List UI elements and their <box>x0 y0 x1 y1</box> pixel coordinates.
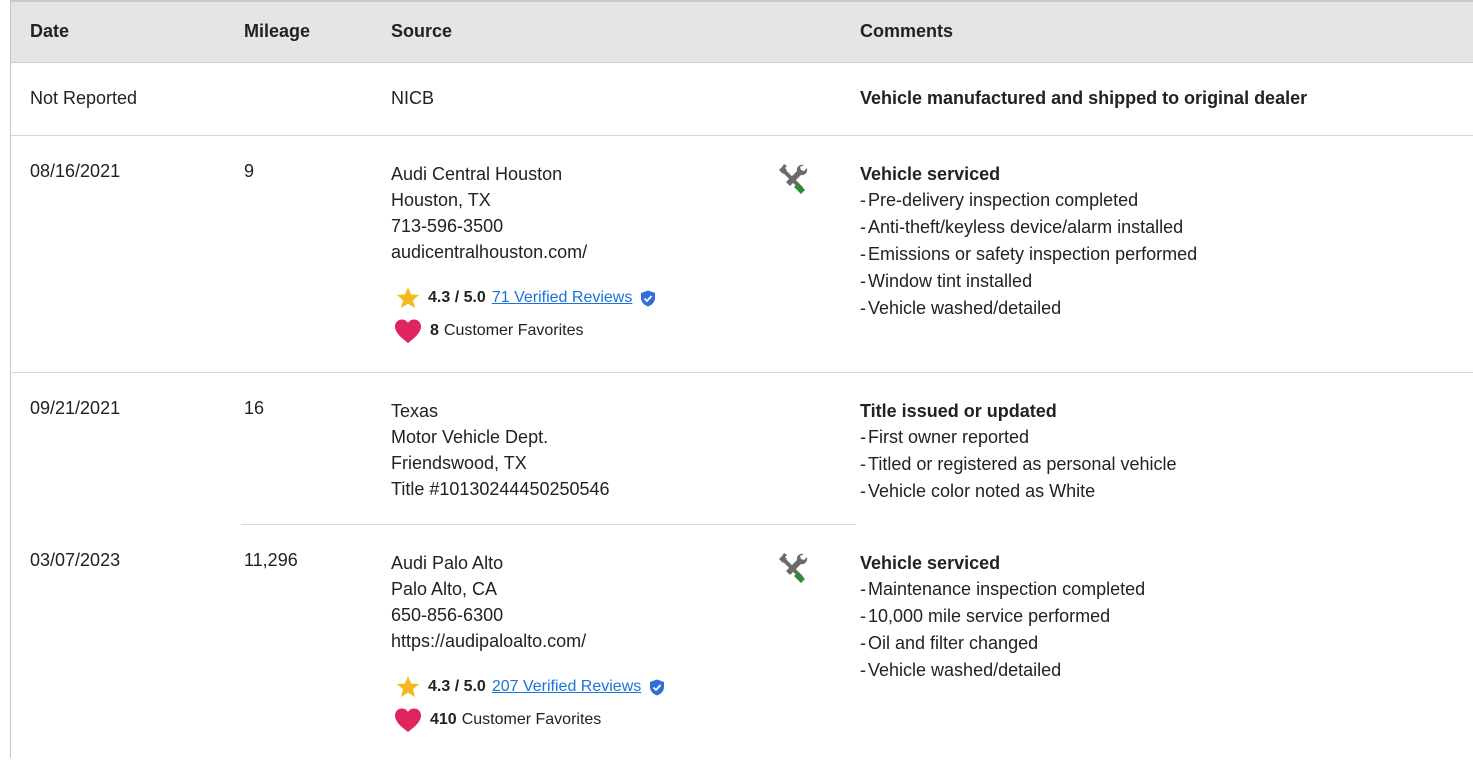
header-comments: Comments <box>860 21 954 41</box>
row-comment-title: Vehicle serviced <box>860 164 1001 184</box>
source-location: Friendswood, TX <box>391 453 527 473</box>
verified-badge-icon <box>640 289 657 307</box>
header-source: Source <box>391 21 453 41</box>
dealer-rating: 4.3 / 5.0 71 Verified Reviews <box>396 286 664 310</box>
source-phone[interactable]: 713-596-3500 <box>391 213 587 239</box>
row-comment-title: Vehicle serviced <box>860 553 1001 573</box>
source-location: Houston, TX <box>391 190 491 210</box>
table-row: 03/07/2023 11,296 Audi Palo Alto Palo Al… <box>11 525 1473 765</box>
rating-score: 4.3 / 5.0 <box>428 678 486 695</box>
row-source: Texas Motor Vehicle Dept. Friendswood, T… <box>391 398 610 502</box>
comment-item: Titled or registered as personal vehicle <box>860 451 1177 478</box>
source-name: Audi Palo Alto <box>391 553 504 573</box>
row-mileage: 11,296 <box>244 550 298 570</box>
source-name: Texas <box>391 401 439 421</box>
vehicle-history-table: Date Mileage Source Comments Not Reporte… <box>10 0 1473 758</box>
header-date: Date <box>30 21 70 41</box>
favorites-label: Customer Favorites <box>443 322 584 339</box>
row-comment-title: Title issued or updated <box>860 401 1057 421</box>
customer-favorites: 8 Customer Favorites <box>394 318 584 344</box>
comment-item: Vehicle washed/detailed <box>860 295 1197 322</box>
row-mileage: 16 <box>244 398 265 418</box>
source-website[interactable]: https://audipaloalto.com/ <box>391 628 586 654</box>
comment-item: Pre-delivery inspection completed <box>860 187 1197 214</box>
heart-icon <box>395 319 421 343</box>
customer-favorites: 410 Customer Favorites <box>394 707 601 733</box>
source-title-number: Title #10130244450250546 <box>391 479 610 499</box>
table-row: 08/16/2021 9 Audi Central Houston Housto… <box>11 136 1473 373</box>
row-comments: Vehicle serviced Maintenance inspection … <box>860 550 1145 684</box>
comment-item: 10,000 mile service performed <box>860 603 1145 630</box>
row-comments: Vehicle serviced Pre-delivery inspection… <box>860 161 1197 322</box>
row-date: 08/16/2021 <box>30 161 121 181</box>
service-tools-icon <box>777 162 810 196</box>
row-date: 09/21/2021 <box>30 398 121 418</box>
row-source: Audi Central Houston Houston, TX 713-596… <box>391 161 587 265</box>
comment-item: Vehicle color noted as White <box>860 478 1177 505</box>
source-name: Audi Central Houston <box>391 164 563 184</box>
source-website[interactable]: audicentralhouston.com/ <box>391 239 587 265</box>
verified-reviews-link[interactable]: 207 Verified Reviews <box>492 678 641 696</box>
row-comment-title: Vehicle manufactured and shipped to orig… <box>860 88 1308 108</box>
source-phone[interactable]: 650-856-6300 <box>391 602 586 628</box>
comment-item: Vehicle washed/detailed <box>860 657 1145 684</box>
comment-item: Emissions or safety inspection performed <box>860 241 1197 268</box>
comment-item: First owner reported <box>860 424 1177 451</box>
header-mileage: Mileage <box>244 21 311 41</box>
comment-item: Oil and filter changed <box>860 630 1145 657</box>
comment-item: Maintenance inspection completed <box>860 576 1145 603</box>
table-header: Date Mileage Source Comments <box>11 2 1473 63</box>
row-comments: Title issued or updated First owner repo… <box>860 398 1177 505</box>
row-date: 03/07/2023 <box>30 550 121 570</box>
favorites-count: 410 <box>430 711 457 728</box>
source-department: Motor Vehicle Dept. <box>391 427 549 447</box>
favorites-count: 8 <box>430 322 439 339</box>
source-location: Palo Alto, CA <box>391 579 498 599</box>
comment-item: Window tint installed <box>860 268 1197 295</box>
favorites-label: Customer Favorites <box>461 711 602 728</box>
row-mileage: 9 <box>244 161 255 181</box>
star-icon <box>397 287 419 308</box>
verified-reviews-link[interactable]: 71 Verified Reviews <box>492 289 633 307</box>
row-date: Not Reported <box>30 88 138 108</box>
table-row: Not Reported NICB Vehicle manufactured a… <box>11 63 1473 136</box>
comment-item: Anti-theft/keyless device/alarm installe… <box>860 214 1197 241</box>
table-row: 09/21/2021 16 Texas Motor Vehicle Dept. … <box>11 373 1473 525</box>
row-source: Audi Palo Alto Palo Alto, CA 650-856-630… <box>391 550 586 654</box>
heart-icon <box>395 708 421 732</box>
row-source: NICB <box>391 88 435 108</box>
service-tools-icon <box>777 551 810 585</box>
dealer-rating: 4.3 / 5.0 207 Verified Reviews <box>396 675 673 699</box>
star-icon <box>397 676 419 697</box>
verified-badge-icon <box>649 678 666 696</box>
rating-score: 4.3 / 5.0 <box>428 289 486 306</box>
